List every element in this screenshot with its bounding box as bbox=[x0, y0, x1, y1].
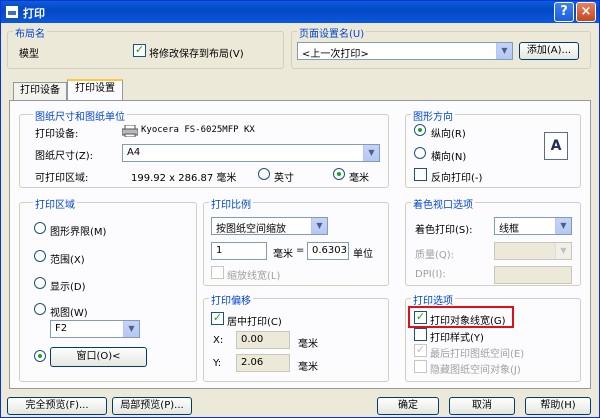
page-setup-title: 页面设置名(U) bbox=[297, 25, 367, 40]
tab-plot-settings[interactable]: 打印设置 bbox=[67, 79, 123, 101]
layout-name-value: 模型 bbox=[19, 49, 39, 60]
window-title: 打印 bbox=[23, 7, 45, 20]
display-label: 显示(D) bbox=[50, 282, 86, 293]
chevron-down-icon: ▼ bbox=[555, 218, 571, 234]
paper-size-value: A4 bbox=[127, 147, 141, 158]
quality-label: 质量(Q): bbox=[415, 250, 455, 261]
center-plot-label: 居中打印(C) bbox=[227, 317, 282, 328]
help-title-button[interactable]: ? bbox=[554, 2, 574, 22]
plot-offset-title: 打印偏移 bbox=[209, 292, 253, 307]
plot-options-title: 打印选项 bbox=[411, 292, 455, 307]
plot-styles-checkbox[interactable] bbox=[414, 328, 427, 341]
paper-size-label: 图纸尺寸(Z): bbox=[35, 151, 94, 162]
view-value: F2 bbox=[55, 323, 68, 334]
scale-select[interactable]: 按图纸空间缩放 ▼ bbox=[211, 217, 328, 235]
window-button[interactable]: 窗口(O)< bbox=[50, 347, 147, 367]
unit-mm-label: 毫米 bbox=[349, 173, 369, 184]
offset-y-mm: 毫米 bbox=[298, 362, 318, 373]
help-button[interactable]: 帮助(H) bbox=[525, 397, 591, 415]
scale-unit-label: 单位 bbox=[353, 249, 373, 260]
chevron-down-icon: ▼ bbox=[123, 321, 139, 337]
window-radio[interactable] bbox=[34, 350, 46, 362]
reverse-print-label: 反向打印(-) bbox=[431, 173, 483, 184]
chevron-down-icon: ▼ bbox=[555, 243, 571, 259]
portrait-radio[interactable] bbox=[414, 124, 426, 136]
limits-label: 图形界限(M) bbox=[50, 227, 107, 238]
portrait-label: 纵向(R) bbox=[431, 129, 466, 140]
orientation-preview-icon: A bbox=[544, 132, 568, 160]
chevron-down-icon: ▼ bbox=[496, 43, 512, 59]
landscape-radio[interactable] bbox=[414, 147, 426, 159]
paperspace-last-label: 最后打印图纸空间(E) bbox=[430, 349, 525, 360]
paper-units-input[interactable]: 1 bbox=[211, 242, 267, 260]
scale-mm-label: 毫米 bbox=[273, 249, 293, 260]
equals-sign: = bbox=[296, 245, 305, 256]
close-title-button[interactable]: × bbox=[576, 2, 596, 22]
save-to-layout-label: 将修改保存到布局(V) bbox=[149, 49, 244, 60]
page-setup-selected: <上一次打印> bbox=[302, 49, 369, 60]
offset-x-label: X: bbox=[213, 335, 224, 346]
page-setup-select[interactable]: <上一次打印> ▼ bbox=[297, 42, 513, 60]
paper-size-title: 图纸尺寸和图纸单位 bbox=[33, 108, 127, 123]
orientation-title: 图形方向 bbox=[411, 108, 455, 123]
ok-button[interactable]: 确定 bbox=[377, 397, 439, 415]
center-plot-checkbox[interactable]: ✓ bbox=[211, 312, 224, 325]
shade-plot-value: 线框 bbox=[499, 224, 519, 235]
quality-select[interactable]: ▼ bbox=[494, 242, 572, 260]
landscape-label: 横向(N) bbox=[431, 152, 467, 163]
plot-offset-group bbox=[203, 298, 389, 382]
shaded-viewport-title: 着色视口选项 bbox=[411, 196, 475, 211]
cancel-button[interactable]: 取消 bbox=[449, 397, 515, 415]
tab-plot-device[interactable]: 打印设备 bbox=[13, 82, 67, 100]
unit-mm-radio[interactable] bbox=[333, 168, 345, 180]
plot-styles-label: 打印样式(Y) bbox=[430, 333, 484, 344]
full-preview-button[interactable]: 完全预览(F)... bbox=[7, 397, 107, 415]
scale-lineweights-checkbox[interactable] bbox=[211, 266, 224, 279]
view-radio[interactable] bbox=[34, 303, 46, 315]
paperspace-last-checkbox[interactable]: ✓ bbox=[414, 344, 427, 357]
scale-value: 按图纸空间缩放 bbox=[216, 224, 286, 235]
hide-paperspace-checkbox[interactable] bbox=[414, 360, 427, 373]
partial-preview-button[interactable]: 局部预览(P)... bbox=[112, 397, 192, 415]
offset-x-input[interactable]: 0.00 bbox=[236, 331, 290, 349]
view-label: 视图(W) bbox=[50, 308, 88, 319]
printer-icon bbox=[5, 5, 19, 19]
unit-inch-radio[interactable] bbox=[258, 168, 270, 180]
plot-area-title: 打印区域 bbox=[33, 196, 77, 211]
display-radio[interactable] bbox=[34, 277, 46, 289]
printable-area-value: 199.92 x 286.87 毫米 bbox=[131, 173, 237, 184]
chevron-down-icon: ▼ bbox=[311, 218, 327, 234]
offset-x-mm: 毫米 bbox=[298, 339, 318, 350]
scale-lineweights-label: 缩放线宽(L) bbox=[227, 271, 281, 282]
extents-label: 范围(X) bbox=[50, 255, 85, 266]
hide-paperspace-label: 隐藏图纸空间对象(J) bbox=[430, 365, 521, 376]
shade-plot-select[interactable]: 线框 ▼ bbox=[494, 217, 572, 235]
extents-radio[interactable] bbox=[34, 250, 46, 262]
printable-area-label: 可打印区域: bbox=[35, 173, 89, 184]
layout-name-title: 布局名 bbox=[13, 25, 47, 40]
dpi-input[interactable] bbox=[494, 266, 572, 284]
print-dialog: 打印 ? × 布局名 模型 ✓ 将修改保存到布局(V) 页面设置名(U) <上一… bbox=[0, 0, 600, 418]
device-name: Kyocera FS-6025MFP KX bbox=[141, 125, 255, 135]
reverse-print-checkbox[interactable] bbox=[414, 168, 427, 181]
device-label: 打印设备: bbox=[35, 129, 79, 140]
unit-inch-label: 英寸 bbox=[274, 173, 294, 184]
printer-device-icon bbox=[122, 125, 138, 137]
drawing-units-input[interactable]: 0.6303 bbox=[307, 242, 349, 260]
offset-y-label: Y: bbox=[213, 358, 222, 369]
title-bar[interactable]: 打印 ? × bbox=[1, 1, 599, 23]
add-page-setup-button[interactable]: 添加(A)... bbox=[519, 42, 579, 60]
paper-size-select[interactable]: A4 ▼ bbox=[122, 144, 380, 162]
shade-plot-label: 着色打印(S): bbox=[415, 225, 473, 236]
highlight-box bbox=[408, 306, 514, 328]
plot-scale-title: 打印比例 bbox=[209, 196, 253, 211]
offset-y-input[interactable]: 2.06 bbox=[236, 354, 290, 372]
chevron-down-icon: ▼ bbox=[363, 145, 379, 161]
limits-radio[interactable] bbox=[34, 222, 46, 234]
save-to-layout-checkbox[interactable]: ✓ bbox=[133, 44, 146, 57]
dpi-label: DPI(I): bbox=[415, 269, 446, 280]
view-select[interactable]: F2 ▼ bbox=[50, 320, 140, 338]
